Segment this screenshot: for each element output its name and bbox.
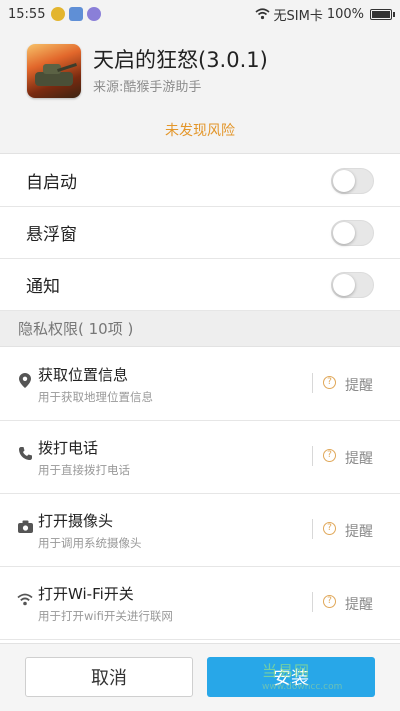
battery-icon bbox=[370, 8, 395, 20]
divider bbox=[312, 446, 313, 466]
app-source: 来源:酷猴手游助手 bbox=[93, 80, 202, 95]
autostart-switch[interactable] bbox=[331, 167, 374, 194]
permission-row-location[interactable]: 获取位置信息 用于获取地理位置信息 ? 提醒 bbox=[0, 348, 400, 421]
permission-row-camera[interactable]: 打开摄像头 用于调用系统摄像头 ? 提醒 bbox=[0, 494, 400, 567]
toggle-row-notification[interactable]: 通知 bbox=[0, 259, 400, 311]
toggle-label: 通知 bbox=[26, 277, 60, 297]
toggle-label: 自启动 bbox=[26, 173, 77, 193]
toggle-row-floating-window[interactable]: 悬浮窗 bbox=[0, 207, 400, 259]
divider bbox=[312, 519, 313, 539]
status-bar: 15:55 无SIM卡 100% bbox=[0, 0, 400, 28]
help-icon[interactable]: ? bbox=[323, 595, 336, 608]
camera-icon bbox=[17, 518, 33, 534]
notification-app-icon bbox=[51, 7, 66, 21]
wifi-icon bbox=[17, 591, 33, 607]
status-time: 15:55 bbox=[8, 6, 46, 22]
divider bbox=[312, 373, 313, 393]
app-header: 天启的狂怒(3.0.1) 来源:酷猴手游助手 未发现风险 bbox=[0, 28, 400, 154]
cancel-button[interactable]: 取消 bbox=[25, 657, 193, 697]
permission-desc: 用于获取地理位置信息 bbox=[38, 390, 153, 404]
help-icon[interactable]: ? bbox=[323, 449, 336, 462]
battery-percent: 100% bbox=[326, 6, 364, 22]
carrier-label: 无SIM卡 bbox=[273, 8, 323, 24]
permission-desc: 用于直接拨打电话 bbox=[38, 463, 130, 477]
permission-title: 获取位置信息 bbox=[38, 366, 129, 384]
permission-action[interactable]: 提醒 bbox=[345, 521, 373, 541]
permission-row-wifi[interactable]: 打开Wi-Fi开关 用于打开wifi开关进行联网 ? 提醒 bbox=[0, 567, 400, 640]
notification-app-icon bbox=[87, 7, 102, 21]
permission-title: 拨打电话 bbox=[38, 439, 99, 457]
permission-action[interactable]: 提醒 bbox=[345, 448, 373, 468]
risk-status: 未发现风险 bbox=[165, 123, 235, 139]
divider bbox=[312, 592, 313, 612]
permission-action[interactable]: 提醒 bbox=[345, 594, 373, 614]
floating-window-switch[interactable] bbox=[331, 219, 374, 246]
notification-app-icon bbox=[69, 7, 84, 21]
permission-row-phone[interactable]: 拨打电话 用于直接拨打电话 ? 提醒 bbox=[0, 421, 400, 494]
app-icon bbox=[27, 44, 81, 98]
help-icon[interactable]: ? bbox=[323, 376, 336, 389]
app-title: 天启的狂怒(3.0.1) bbox=[93, 48, 268, 72]
privacy-section-header: 隐私权限( 10项 ) bbox=[0, 311, 400, 347]
wifi-signal-icon bbox=[254, 8, 270, 20]
permission-action[interactable]: 提醒 bbox=[345, 375, 373, 395]
phone-icon bbox=[17, 445, 33, 461]
permission-desc: 用于调用系统摄像头 bbox=[38, 536, 142, 550]
toggle-row-autostart[interactable]: 自启动 bbox=[0, 155, 400, 207]
permission-title: 打开摄像头 bbox=[38, 512, 114, 530]
notification-switch[interactable] bbox=[331, 271, 374, 298]
bottom-action-bar: 取消 安装 bbox=[0, 643, 400, 711]
status-right: 无SIM卡 100% bbox=[254, 5, 395, 24]
help-icon[interactable]: ? bbox=[323, 522, 336, 535]
location-pin-icon bbox=[17, 372, 33, 388]
toggle-label: 悬浮窗 bbox=[26, 225, 77, 245]
install-button[interactable]: 安装 bbox=[207, 657, 375, 697]
permission-desc: 用于打开wifi开关进行联网 bbox=[38, 609, 173, 623]
permission-title: 打开Wi-Fi开关 bbox=[38, 585, 134, 603]
